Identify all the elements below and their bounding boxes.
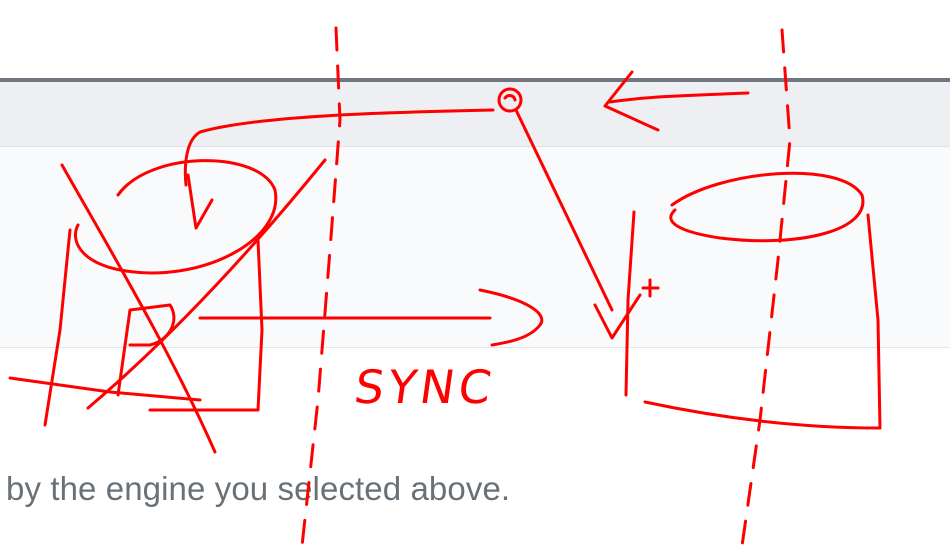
screenshot-page: by the engine you selected above. SYNC [0, 0, 950, 546]
engine-helper-text: by the engine you selected above. [6, 470, 511, 507]
toolbar-strip [0, 82, 950, 147]
sync-label: SYNC [351, 360, 499, 414]
content-panel [0, 147, 950, 348]
blank-header-area [0, 0, 950, 80]
